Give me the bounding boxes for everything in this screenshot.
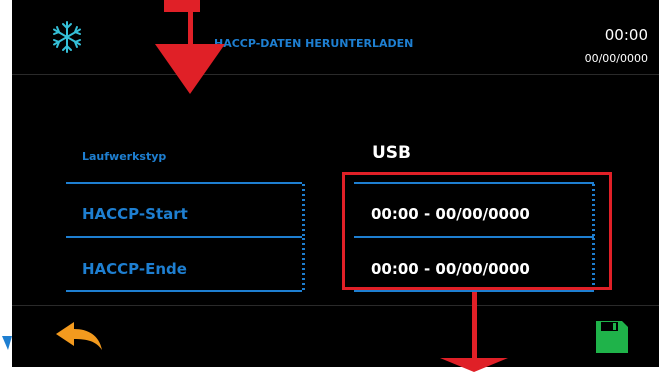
row-divider [66, 290, 302, 292]
annotation-arrow-down-icon [440, 358, 508, 372]
header-divider [12, 74, 659, 75]
save-icon[interactable] [595, 320, 629, 354]
drive-type-value[interactable]: USB [372, 143, 411, 163]
highlight-box [342, 172, 612, 290]
clock-time: 00:00 [604, 26, 648, 44]
haccp-end-label: HACCP-Ende [82, 260, 187, 278]
row-divider [66, 182, 302, 184]
annotation-marker [164, 0, 200, 12]
annotation-arrow-down-icon [155, 44, 225, 94]
device-screen: HACCP-DATEN HERUNTERLADEN 00:00 00/00/00… [12, 0, 659, 372]
drive-type-label: Laufwerkstyp [82, 150, 167, 163]
partial-arrow-icon [2, 336, 12, 350]
annotation-arrow-shaft [472, 292, 477, 360]
scroll-indicator [302, 184, 305, 236]
clock-date: 00/00/0000 [584, 52, 648, 65]
footer-divider [12, 305, 659, 306]
back-arrow-icon[interactable] [54, 320, 104, 354]
snowflake-icon [53, 21, 81, 53]
scroll-indicator [302, 238, 305, 290]
row-divider [66, 236, 302, 238]
page-title: HACCP-DATEN HERUNTERLADEN [214, 37, 414, 50]
haccp-start-label: HACCP-Start [82, 205, 188, 223]
